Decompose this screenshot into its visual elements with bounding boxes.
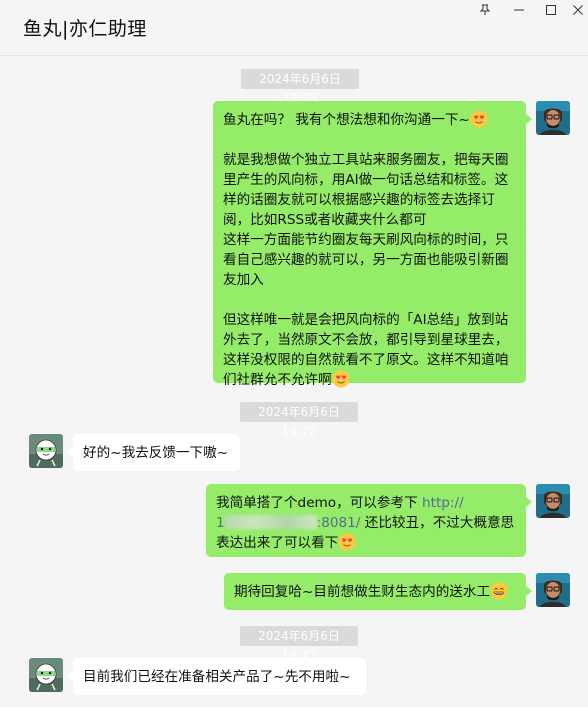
message-text: 鱼丸在吗？ 我有个想法想和你沟通一下~ — [223, 112, 470, 128]
pin-icon[interactable] — [473, 0, 497, 20]
message-text: 但这样唯一就是会把风向标的「AI总结」放到站外去了，当然原文不会放，都引导到星球… — [223, 312, 509, 388]
close-icon[interactable] — [566, 0, 588, 20]
grinning-emoji-icon — [490, 582, 508, 600]
timestamp: 2024年6月6日 14:22 — [240, 402, 358, 439]
heart-eyes-emoji-icon — [332, 370, 350, 388]
message-bubble-incoming[interactable]: 目前我们已经在准备相关产品了~先不用啦~ — [67, 658, 366, 695]
avatar[interactable] — [29, 658, 63, 692]
avatar[interactable] — [536, 573, 570, 607]
heart-eyes-emoji-icon — [338, 533, 356, 551]
heart-eyes-emoji-icon — [470, 110, 488, 128]
title-bar: 鱼丸|亦仁助理 — [0, 0, 588, 56]
redacted-ip — [224, 515, 317, 529]
timestamp: 2024年6月6日 13:58 — [241, 69, 359, 106]
message-text: 我简单搭了个demo，可以参考下 — [216, 495, 422, 511]
message-bubble-outgoing[interactable]: 我简单搭了个demo，可以参考下 http:// 1:8081/ 还比较丑，不过… — [206, 484, 532, 557]
message-text: 目前我们已经在准备相关产品了~先不用啦~ — [83, 669, 351, 685]
avatar[interactable] — [29, 434, 63, 468]
message-bubble-outgoing[interactable]: 期待回复哈~目前想做生财生态内的送水工 — [224, 573, 532, 610]
maximize-icon[interactable] — [539, 0, 563, 20]
avatar[interactable] — [536, 101, 570, 135]
chat-title: 鱼丸|亦仁助理 — [23, 18, 147, 40]
chat-window: 鱼丸|亦仁助理 2024年6月6日 13:58 鱼丸在吗？ 我有个想法想和你沟通… — [0, 0, 588, 707]
message-bubble-outgoing[interactable]: 鱼丸在吗？ 我有个想法想和你沟通一下~ 就是我想做个独立工具站来服务圈友，把每天… — [213, 101, 532, 388]
avatar[interactable] — [536, 484, 570, 518]
message-bubble-incoming[interactable]: 好的~我去反馈一下嗷~ — [67, 434, 240, 471]
message-text: 好的~我去反馈一下嗷~ — [83, 445, 229, 461]
timestamp: 2024年6月6日 14:47 — [240, 626, 358, 663]
message-text: 就是我想做个独立工具站来服务圈友，把每天圈里产生的风向标，用AI做一句话总结和标… — [223, 152, 509, 288]
minimize-icon[interactable] — [507, 0, 531, 20]
message-list[interactable]: 2024年6月6日 13:58 鱼丸在吗？ 我有个想法想和你沟通一下~ 就是我想… — [0, 57, 588, 707]
message-text: 期待回复哈~目前想做生财生态内的送水工 — [234, 584, 491, 600]
